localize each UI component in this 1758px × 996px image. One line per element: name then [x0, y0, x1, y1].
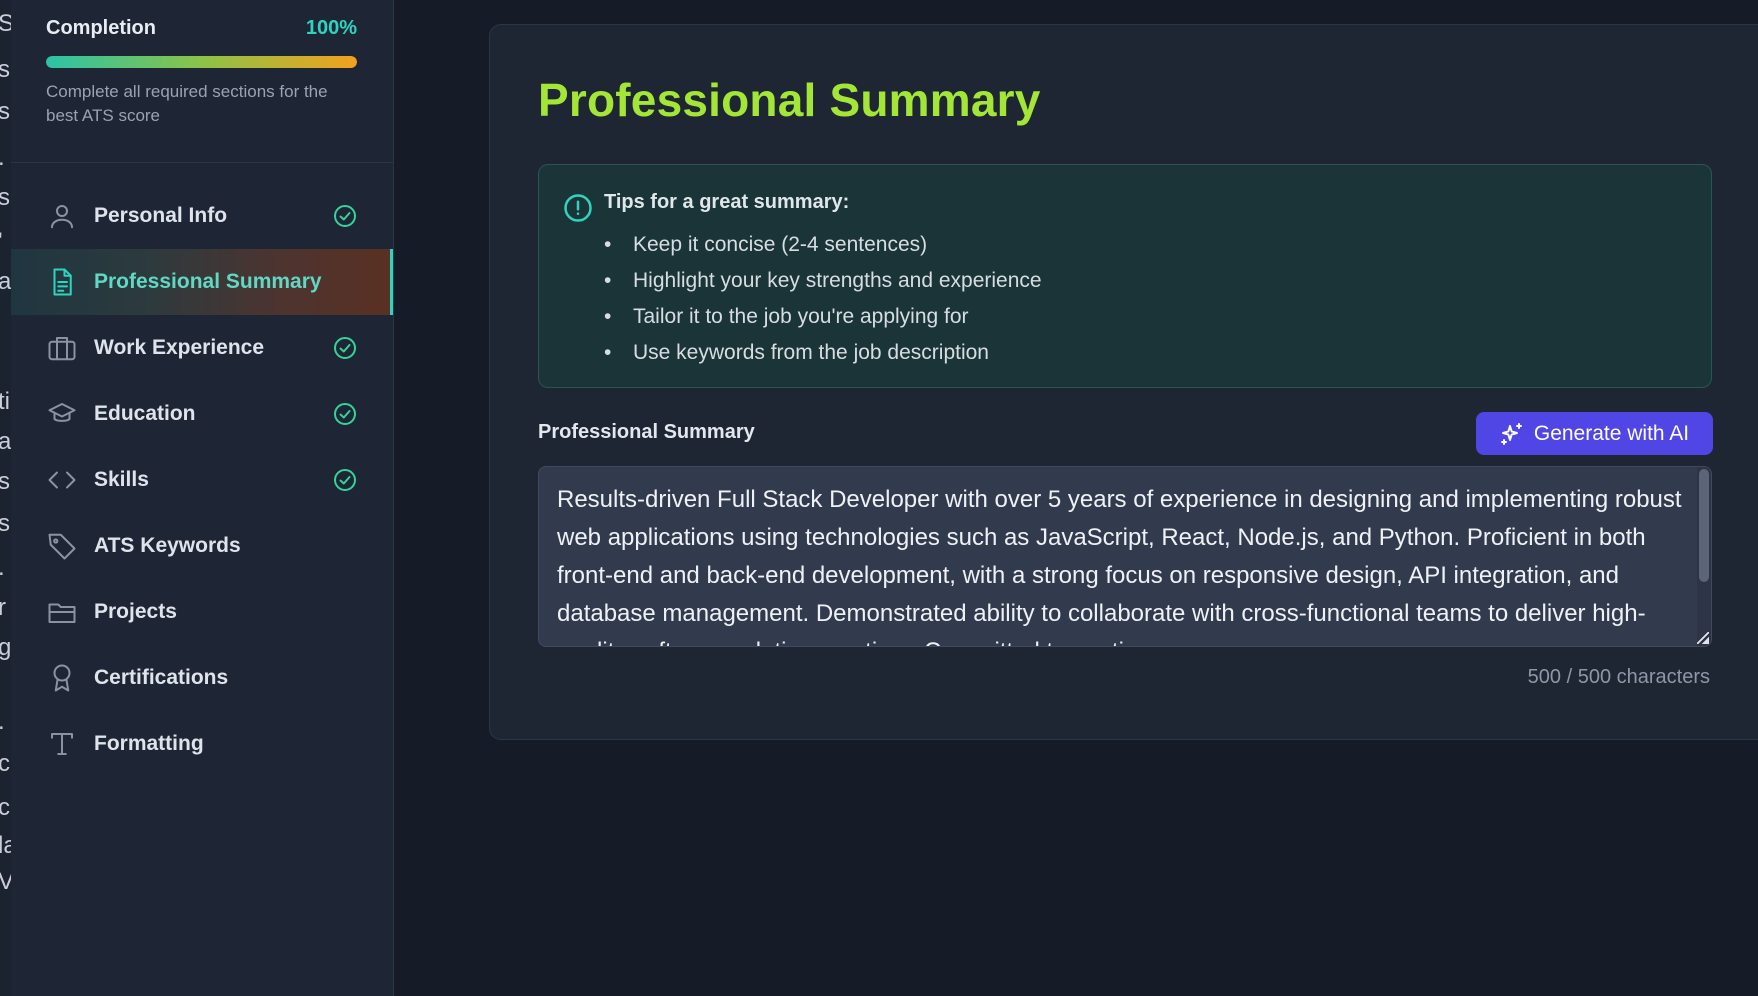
sidebar: Completion 100% Complete all required se… — [11, 0, 394, 996]
strip-glyph: a — [0, 428, 11, 455]
sidebar-item-label: Projects — [94, 600, 177, 623]
tip-item: Use keywords from the job description — [604, 335, 1042, 371]
sidebar-item-label: Skills — [94, 468, 149, 491]
strip-glyph: ' — [0, 230, 3, 254]
summary-text[interactable]: Results-driven Full Stack Developer with… — [557, 481, 1682, 646]
sidebar-item-ats-keywords[interactable]: ATS Keywords — [11, 513, 393, 579]
completion-label: Completion — [46, 16, 156, 39]
section-nav: Personal Info Professional Summary Work Ex… — [11, 163, 393, 777]
sparkles-icon — [1500, 422, 1522, 445]
sidebar-item-label: Work Experience — [94, 336, 265, 359]
sidebar-item-label: Formatting — [94, 732, 204, 755]
strip-glyph: s — [0, 510, 10, 537]
sidebar-item-education[interactable]: Education — [11, 381, 393, 447]
sidebar-item-personal-info[interactable]: Personal Info — [11, 183, 393, 249]
sidebar-item-certifications[interactable]: Certifications — [11, 645, 393, 711]
summary-field-label: Professional Summary — [538, 421, 755, 443]
tips-box: Tips for a great summary: Keep it concis… — [538, 164, 1712, 388]
completion-value: 100% — [305, 16, 357, 39]
textarea-scrollbar[interactable] — [1697, 467, 1711, 646]
sidebar-item-projects[interactable]: Projects — [11, 579, 393, 645]
sidebar-item-professional-summary[interactable]: Professional Summary — [11, 249, 393, 315]
sidebar-item-label: ATS Keywords — [94, 534, 241, 557]
strip-glyph: la — [0, 832, 11, 859]
info-icon — [564, 194, 592, 222]
summary-textarea[interactable]: Results-driven Full Stack Developer with… — [538, 466, 1712, 647]
briefcase-icon — [46, 332, 78, 364]
check-circle-icon — [333, 468, 357, 492]
tips-list: Keep it concise (2-4 sentences) Highligh… — [604, 227, 1042, 371]
check-circle-icon — [333, 204, 357, 228]
strip-glyph: s — [0, 184, 10, 211]
tips-title: Tips for a great summary: — [604, 191, 850, 213]
completion-progress-bar — [46, 56, 357, 68]
strip-glyph: . — [0, 556, 5, 580]
tag-icon — [46, 530, 78, 562]
strip-glyph: r — [0, 594, 6, 621]
page-title: Professional Summary — [538, 74, 1041, 126]
strip-glyph: c — [0, 750, 10, 777]
folder-icon — [46, 596, 78, 628]
award-icon — [46, 662, 78, 694]
character-count: 500 / 500 characters — [1527, 666, 1710, 688]
tip-item: Highlight your key strengths and experie… — [604, 263, 1042, 299]
completion-hint: Complete all required sections for the b… — [46, 82, 328, 125]
graduation-cap-icon — [46, 398, 78, 430]
strip-glyph: c — [0, 794, 10, 821]
code-icon — [46, 464, 78, 496]
check-circle-icon — [333, 402, 357, 426]
strip-glyph: s — [0, 56, 10, 83]
strip-glyph: a — [0, 268, 11, 295]
strip-glyph: ti — [0, 388, 10, 415]
strip-glyph: g — [0, 634, 11, 661]
sidebar-item-label: Professional Summary — [94, 270, 322, 293]
background-window-strip: Sss.s'atiass.rg.cclaV — [0, 0, 11, 996]
sidebar-item-work-experience[interactable]: Work Experience — [11, 315, 393, 381]
check-circle-icon — [333, 336, 357, 360]
sidebar-item-label: Certifications — [94, 666, 229, 689]
type-icon — [46, 728, 78, 760]
sidebar-item-label: Education — [94, 402, 196, 425]
completion-progress-fill — [46, 56, 357, 68]
strip-glyph: . — [0, 710, 5, 734]
textarea-resize-handle[interactable] — [1697, 632, 1709, 644]
strip-glyph: s — [0, 468, 10, 495]
tip-item: Tailor it to the job you're applying for — [604, 299, 1042, 335]
completion-panel: Completion 100% Complete all required se… — [11, 0, 393, 163]
user-icon — [46, 200, 78, 232]
strip-glyph: V — [0, 868, 11, 895]
summary-card: Professional Summary Tips for a great su… — [489, 24, 1758, 740]
tip-item: Keep it concise (2-4 sentences) — [604, 227, 1042, 263]
generate-with-ai-label: Generate with AI — [1533, 421, 1690, 445]
sidebar-item-formatting[interactable]: Formatting — [11, 711, 393, 777]
sidebar-item-skills[interactable]: Skills — [11, 447, 393, 513]
document-icon — [46, 266, 78, 298]
strip-glyph: . — [0, 146, 5, 170]
strip-glyph: S — [0, 10, 11, 37]
generate-with-ai-button[interactable]: Generate with AI — [1476, 412, 1713, 455]
textarea-scroll-thumb[interactable] — [1699, 469, 1709, 582]
sidebar-item-label: Personal Info — [94, 204, 228, 227]
strip-glyph: s — [0, 98, 10, 125]
